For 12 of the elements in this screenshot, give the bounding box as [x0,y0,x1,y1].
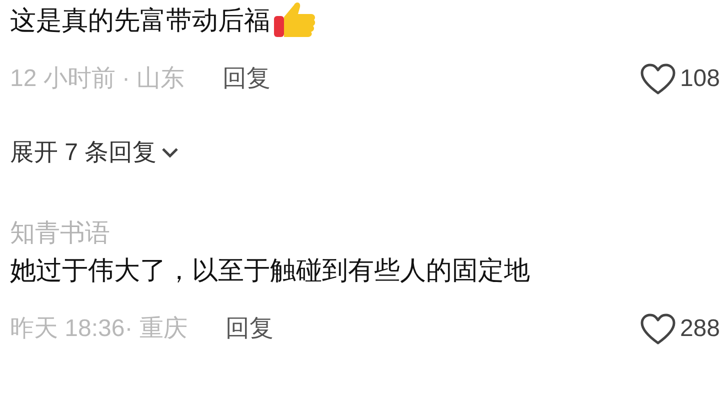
like-count: 288 [680,317,720,341]
heart-icon[interactable] [640,63,676,95]
comment-text: 她过于伟大了，以至于触碰到有些人的固定地 [10,257,530,283]
comment-meta: 12 小时前 · 山东 [10,67,185,91]
expand-replies-link[interactable]: 展开 7 条回复 [10,141,179,165]
reply-button[interactable]: 回复 [222,67,271,91]
reply-button[interactable]: 回复 [225,317,274,341]
comment-text: 这是真的先富带动后福 [10,7,270,33]
like-count: 108 [680,67,720,91]
comment-meta: 昨天 18:36· 重庆 [10,317,188,341]
chevron-down-icon [160,147,179,159]
heart-icon[interactable] [640,313,676,345]
